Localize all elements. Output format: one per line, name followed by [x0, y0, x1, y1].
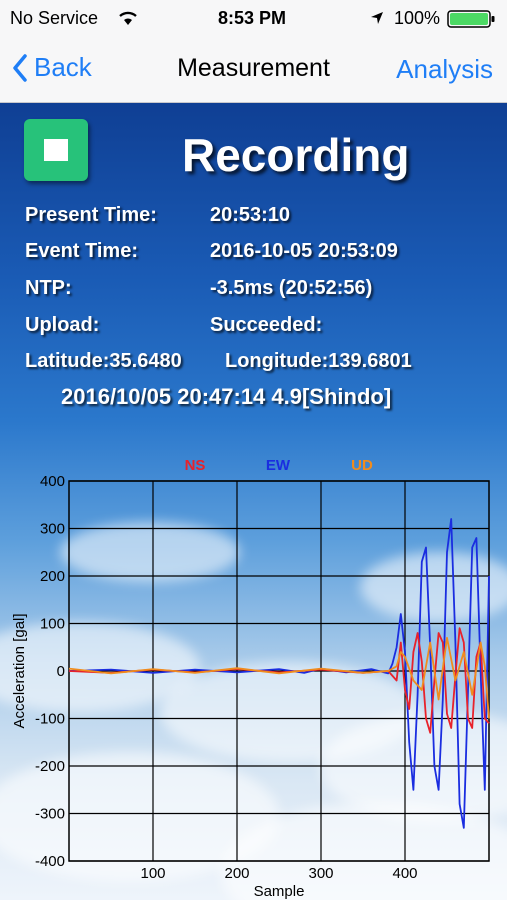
stop-recording-button[interactable]: [24, 119, 88, 181]
longitude-value: Longitude:139.6801: [225, 350, 412, 372]
y-tick-label: -400: [35, 853, 65, 870]
battery-icon: [447, 10, 495, 28]
status-bar: No Service 8:53 PM 100%: [0, 0, 507, 36]
acceleration-chart: 100 200 300 400 400 300 200 100 0 -100 -200 -300 -40…: [11, 457, 490, 900]
present-time-value: 20:53:10: [210, 204, 291, 226]
recording-status: Recording: [182, 129, 410, 181]
y-tick-label: 200: [40, 568, 65, 585]
x-axis-label: Sample: [254, 883, 305, 900]
present-time-label: Present Time:: [25, 204, 157, 226]
x-tick-label: 100: [140, 865, 165, 882]
y-tick-label: 0: [57, 663, 65, 680]
event-time-value: 2016-10-05 20:53:09: [210, 240, 398, 262]
chevron-left-icon: [13, 53, 27, 82]
y-tick-label: -200: [35, 758, 65, 775]
x-tick-label: 200: [224, 865, 249, 882]
y-tick-label: 400: [40, 473, 65, 490]
x-tick-label: 300: [308, 865, 333, 882]
y-tick-label: -300: [35, 806, 65, 823]
analysis-button[interactable]: Analysis: [396, 54, 493, 85]
legend-ud: UD: [351, 457, 373, 474]
stop-icon: [44, 139, 68, 161]
clock: 8:53 PM: [218, 8, 287, 28]
navigation-bar: Back Measurement Analysis: [0, 36, 507, 103]
last-event-summary: 2016/10/05 20:47:14 4.9[Shindo]: [61, 384, 392, 409]
back-button[interactable]: Back: [12, 52, 92, 83]
upload-value: Succeeded:: [210, 314, 323, 336]
battery-percent: 100%: [394, 8, 441, 28]
location-arrow-icon: [371, 12, 383, 24]
legend-ew: EW: [266, 457, 291, 474]
y-axis-label: Acceleration [gal]: [11, 613, 28, 728]
series-ns-line: [68, 627, 490, 734]
back-label: Back: [34, 52, 92, 82]
upload-label: Upload:: [25, 314, 100, 336]
y-tick-label: -100: [35, 711, 65, 728]
y-tick-label: 100: [40, 616, 65, 633]
wifi-icon: [119, 11, 137, 25]
x-tick-label: 400: [392, 865, 417, 882]
legend-ns: NS: [185, 457, 206, 474]
carrier-label: No Service: [10, 8, 99, 28]
event-time-label: Event Time:: [25, 240, 138, 262]
y-tick-label: 300: [40, 521, 65, 538]
ntp-value: -3.5ms (20:52:56): [210, 277, 373, 299]
latitude-value: Latitude:35.6480: [25, 350, 182, 372]
ntp-label: NTP:: [25, 277, 72, 299]
